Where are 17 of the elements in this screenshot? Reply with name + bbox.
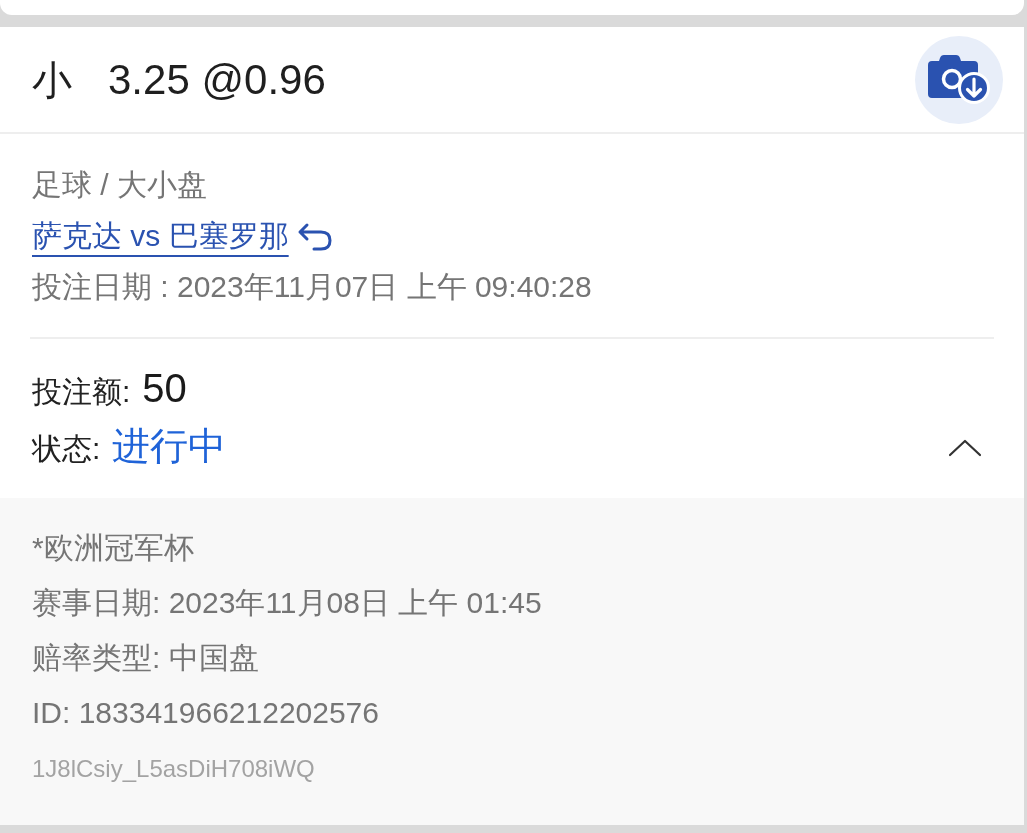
category-text: 足球 / 大小盘 — [32, 167, 207, 203]
camera-download-icon — [928, 55, 990, 104]
detail-text: 赔率类型: 中国盘 — [32, 640, 259, 676]
reference-code: 1J8lCsiy_L5asDiH708iWQ — [32, 754, 315, 784]
bet-date-text: 投注日期 : 2023年11月07日 上午 09:40:28 — [32, 269, 592, 305]
stake-amount: 50 — [142, 365, 187, 412]
chevron-up-icon[interactable] — [948, 438, 982, 457]
detail-text: 赛事日期: 2023年11月08日 上午 01:45 — [32, 585, 542, 621]
odds-text: 3.25 @0.96 — [108, 58, 326, 101]
match-link[interactable]: 萨克达 vs 巴塞罗那 — [32, 213, 289, 259]
detail-text: ID: 183341966212202576 — [32, 695, 379, 731]
return-arrow-icon[interactable] — [296, 221, 333, 251]
status-value: 进行中 — [112, 424, 227, 469]
selection-label: 小 — [32, 59, 72, 100]
competition-text: *欧洲冠军杯 — [32, 530, 194, 566]
stake-label: 投注额: — [32, 374, 131, 410]
status-label: 状态: — [32, 431, 101, 467]
